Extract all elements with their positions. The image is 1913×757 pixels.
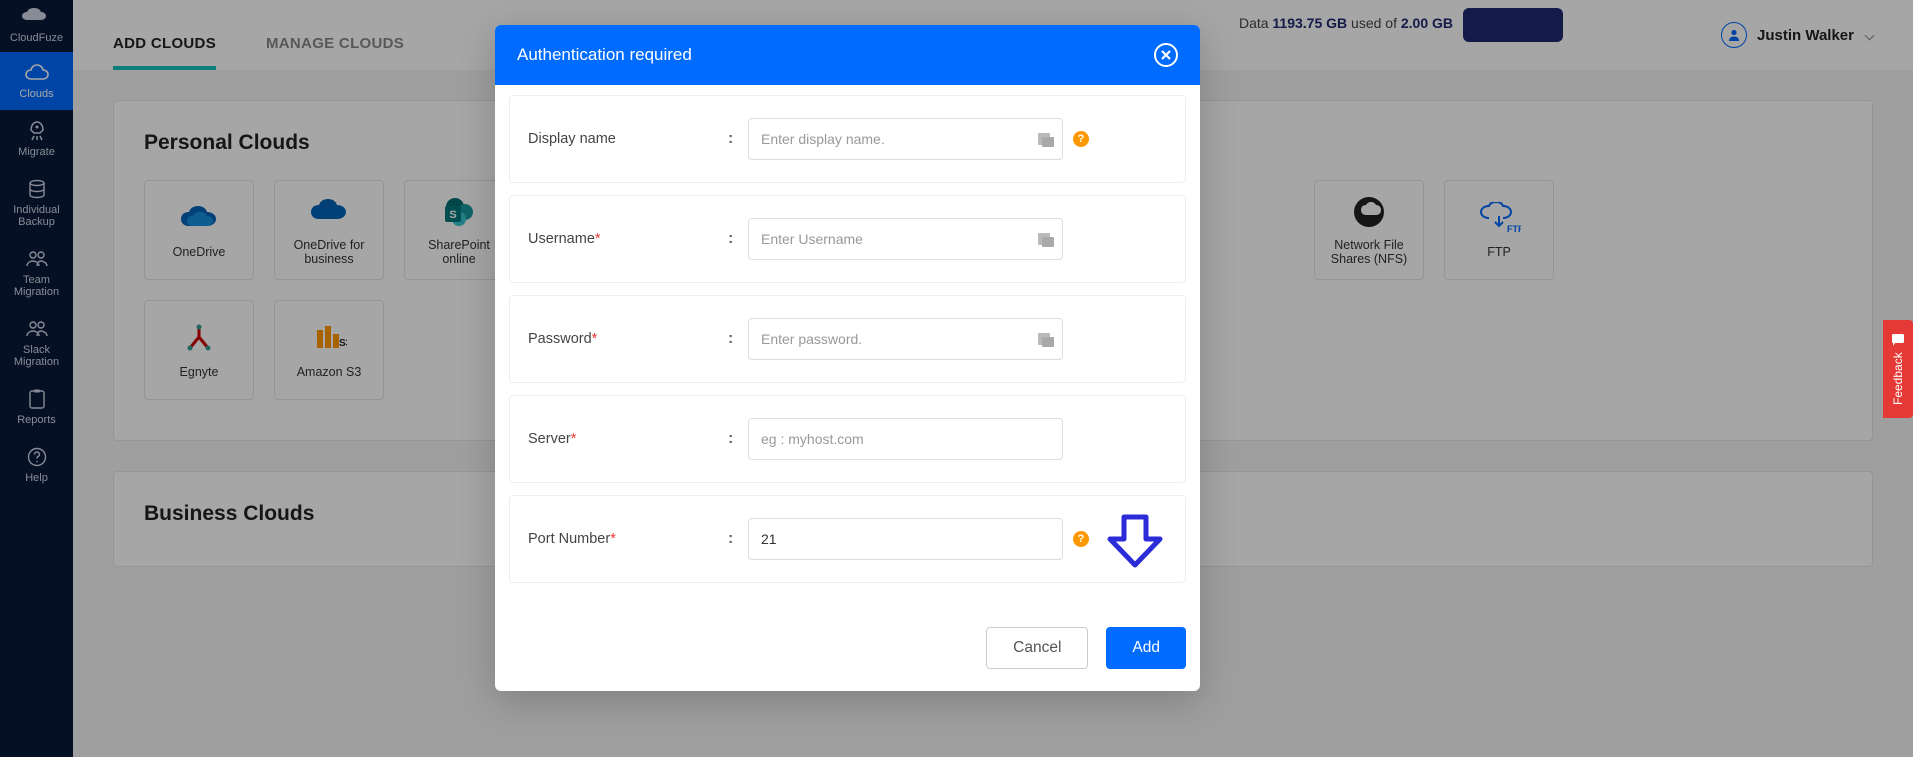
form-row-server: Server* :: [509, 395, 1186, 483]
modal-title: Authentication required: [517, 45, 692, 65]
feedback-tab[interactable]: Feedback: [1883, 320, 1913, 418]
password-input[interactable]: [748, 318, 1063, 360]
port-input[interactable]: [748, 518, 1063, 560]
modal-body: Display name : ? Username* : Password*: [495, 85, 1200, 615]
form-row-display-name: Display name : ?: [509, 95, 1186, 183]
colon: :: [728, 330, 748, 348]
chat-icon: [1891, 333, 1905, 347]
display-name-input[interactable]: [748, 118, 1063, 160]
feedback-label: Feedback: [1891, 353, 1905, 406]
username-input[interactable]: [748, 218, 1063, 260]
form-row-password: Password* :: [509, 295, 1186, 383]
colon: :: [728, 130, 748, 148]
form-row-port: Port Number* : ?: [509, 495, 1186, 583]
colon: :: [728, 230, 748, 248]
server-input[interactable]: [748, 418, 1063, 460]
close-icon: [1160, 49, 1172, 61]
colon: :: [728, 530, 748, 548]
server-label: Server*: [528, 431, 728, 447]
username-label: Username*: [528, 231, 728, 247]
form-row-username: Username* :: [509, 195, 1186, 283]
annotation-arrow-icon: [1100, 513, 1170, 573]
display-name-label: Display name: [528, 131, 728, 147]
form-field-icon: [1037, 130, 1055, 148]
port-label: Port Number*: [528, 531, 728, 547]
password-label: Password*: [528, 331, 728, 347]
auth-modal: Authentication required Display name : ?…: [495, 25, 1200, 691]
modal-footer: Cancel Add: [495, 615, 1200, 691]
form-field-icon: [1037, 230, 1055, 248]
form-field-icon: [1037, 330, 1055, 348]
colon: :: [728, 430, 748, 448]
help-badge[interactable]: ?: [1073, 131, 1089, 147]
cancel-button[interactable]: Cancel: [986, 627, 1088, 669]
help-badge[interactable]: ?: [1073, 531, 1089, 547]
add-button[interactable]: Add: [1106, 627, 1186, 669]
modal-header: Authentication required: [495, 25, 1200, 85]
close-button[interactable]: [1154, 43, 1178, 67]
